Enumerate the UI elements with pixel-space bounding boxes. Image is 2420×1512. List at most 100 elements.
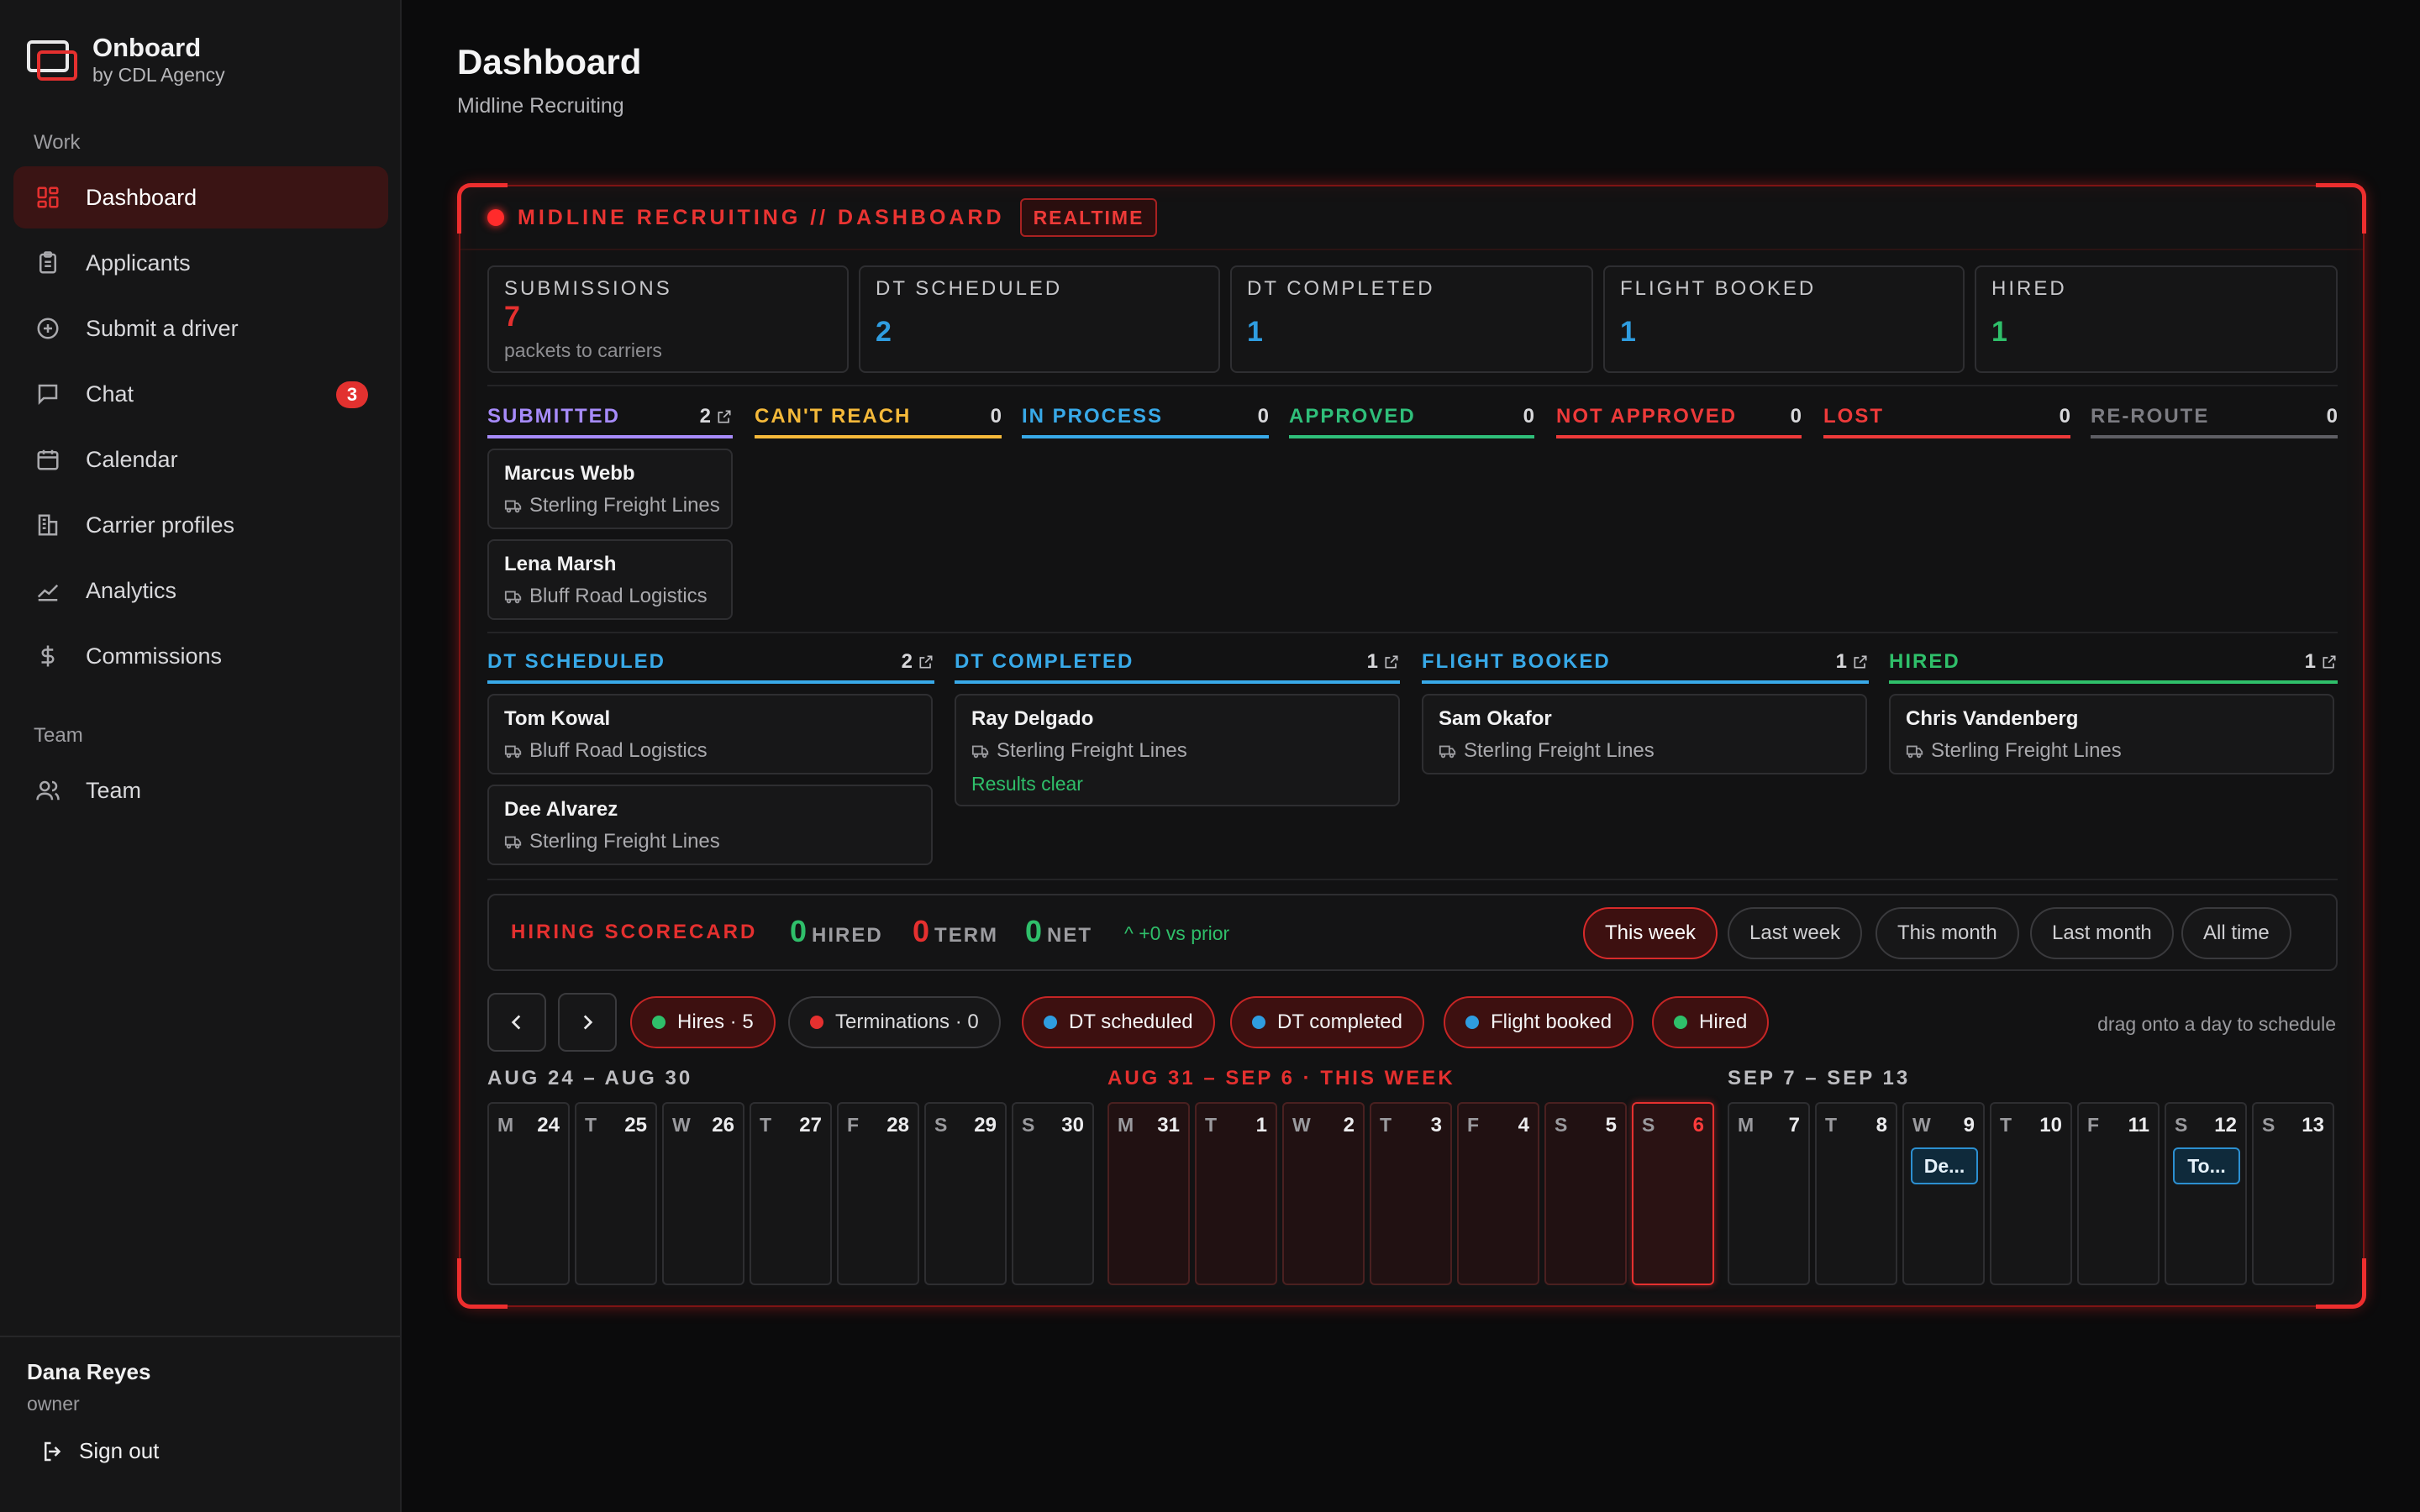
external-link-icon xyxy=(1385,655,1398,669)
stage-column-dt-completed[interactable]: DT COMPLETED 1 xyxy=(955,650,1400,684)
day-letter: T xyxy=(2000,1114,2012,1136)
stage-column-not-approved[interactable]: NOT APPROVED 0 xyxy=(1556,405,1802,438)
applicant-card[interactable]: Ray Delgado Sterling Freight Lines Resul… xyxy=(955,694,1400,806)
calendar-day-cell[interactable]: S6 xyxy=(1632,1102,1714,1285)
calendar-day-cell[interactable]: T8 xyxy=(1815,1102,1897,1285)
week-label: SEP 7 – SEP 13 xyxy=(1728,1067,1911,1089)
sidebar-item-calendar[interactable]: Calendar xyxy=(13,428,388,491)
next-week-button[interactable] xyxy=(558,993,617,1052)
sidebar-item-chat[interactable]: Chat 3 xyxy=(13,363,388,425)
sidebar-item-analytics[interactable]: Analytics xyxy=(13,559,388,622)
stage-column-approved[interactable]: APPROVED 0 xyxy=(1289,405,1534,438)
brand[interactable]: Onboard by CDL Agency xyxy=(25,32,225,86)
stage-count[interactable]: 2 xyxy=(700,405,733,428)
calendar-day-cell[interactable]: W 9 De... xyxy=(1902,1102,1985,1285)
applicant-card[interactable]: Marcus Webb Sterling Freight Lines xyxy=(487,449,733,529)
calendar-day-cell[interactable]: S 30 xyxy=(1012,1102,1094,1285)
drag-hint: drag onto a day to schedule xyxy=(2097,1013,2336,1035)
sidebar-item-applicants[interactable]: Applicants xyxy=(13,232,388,294)
stage-count[interactable]: 2 xyxy=(902,650,934,674)
user-role: owner xyxy=(27,1393,80,1415)
calendar-day-cell[interactable]: S5 xyxy=(1544,1102,1627,1285)
filter-dt-scheduled[interactable]: DT scheduled xyxy=(1022,996,1215,1048)
applicant-card[interactable]: Lena Marsh Bluff Road Logistics xyxy=(487,539,733,620)
day-letter: M xyxy=(1738,1114,1754,1136)
range-last-week[interactable]: Last week xyxy=(1728,907,1863,959)
stage-column-submitted[interactable]: SUBMITTED 2 xyxy=(487,405,733,438)
day-letter: S xyxy=(1642,1114,1655,1136)
stage-count[interactable]: 1 xyxy=(2305,650,2338,674)
sign-out-button[interactable]: Sign out xyxy=(40,1438,159,1464)
calendar-event[interactable]: De... xyxy=(1911,1147,1978,1184)
range-this-week[interactable]: This week xyxy=(1583,907,1718,959)
calendar-day-cell[interactable]: M 24 xyxy=(487,1102,570,1285)
truck-icon xyxy=(1906,745,1923,759)
stage-count[interactable]: 1 xyxy=(1836,650,1869,674)
calendar-day-cell[interactable]: S 12 To... xyxy=(2165,1102,2247,1285)
range-all-time[interactable]: All time xyxy=(2181,907,2291,959)
calendar-day-cell[interactable]: W 26 xyxy=(662,1102,744,1285)
day-number: 25 xyxy=(624,1114,647,1137)
filter-dot-icon xyxy=(810,1016,823,1029)
day-letter: S xyxy=(1022,1114,1035,1136)
trend-line-icon xyxy=(35,578,60,603)
stage-column-dt-scheduled[interactable]: DT SCHEDULED 2 xyxy=(487,650,934,684)
day-number: 3 xyxy=(1430,1114,1442,1137)
applicant-card[interactable]: Dee Alvarez Sterling Freight Lines xyxy=(487,785,933,865)
scorecard-trend-text: +0 vs prior xyxy=(1139,922,1230,944)
calendar-day-cell[interactable]: T1 xyxy=(1195,1102,1277,1285)
stage-column-flight-booked[interactable]: FLIGHT BOOKED 1 xyxy=(1422,650,1869,684)
filter-dt-completed[interactable]: DT completed xyxy=(1230,996,1424,1048)
applicant-card[interactable]: Sam Okafor Sterling Freight Lines xyxy=(1422,694,1867,774)
stat-label: SUBMISSIONS xyxy=(504,277,672,300)
sidebar-item-commissions[interactable]: Commissions xyxy=(13,625,388,687)
calendar-day-cell[interactable]: T 27 xyxy=(750,1102,832,1285)
calendar-event[interactable]: To... xyxy=(2173,1147,2240,1184)
stage-count-value: 2 xyxy=(699,405,711,428)
calendar-day-cell[interactable]: F4 xyxy=(1457,1102,1539,1285)
scorecard-term-value: 0 xyxy=(913,914,930,948)
sidebar-item-team[interactable]: Team xyxy=(13,759,388,822)
filter-terminations[interactable]: Terminations · 0 xyxy=(788,996,1001,1048)
applicant-name: Marcus Webb xyxy=(504,462,635,485)
carrier-name: Bluff Road Logistics xyxy=(529,585,708,607)
stage-column-re-route[interactable]: RE-ROUTE 0 xyxy=(2091,405,2338,438)
calendar-day-cell[interactable]: T3 xyxy=(1370,1102,1452,1285)
range-this-month[interactable]: This month xyxy=(1876,907,2019,959)
stage-column-hired[interactable]: HIRED 1 xyxy=(1889,650,2338,684)
prev-week-button[interactable] xyxy=(487,993,546,1052)
sidebar: Onboard by CDL Agency Work Dashboard App… xyxy=(0,0,402,1512)
truck-icon xyxy=(504,500,522,513)
calendar-day-cell[interactable]: S 13 xyxy=(2252,1102,2334,1285)
sidebar-item-label: Calendar xyxy=(86,446,178,472)
stage-name: DT COMPLETED xyxy=(955,650,1134,673)
scorecard-net-value: 0 xyxy=(1025,914,1043,948)
applicant-card[interactable]: Chris Vandenberg Sterling Freight Lines xyxy=(1889,694,2334,774)
stage-count[interactable]: 1 xyxy=(1367,650,1400,674)
applicant-card[interactable]: Tom Kowal Bluff Road Logistics xyxy=(487,694,933,774)
day-number: 12 xyxy=(2214,1114,2237,1137)
range-last-month[interactable]: Last month xyxy=(2030,907,2174,959)
calendar-day-cell[interactable]: M7 xyxy=(1728,1102,1810,1285)
calendar-day-cell[interactable]: T 25 xyxy=(575,1102,657,1285)
sidebar-item-carrier-profiles[interactable]: Carrier profiles xyxy=(13,494,388,556)
day-number: 8 xyxy=(1876,1114,1887,1137)
stage-column-in-process[interactable]: IN PROCESS 0 xyxy=(1022,405,1269,438)
calendar-day-cell[interactable]: F 11 xyxy=(2077,1102,2160,1285)
filter-hired[interactable]: Hired xyxy=(1652,996,1770,1048)
applicant-name: Ray Delgado xyxy=(971,707,1094,730)
filter-flight-booked[interactable]: Flight booked xyxy=(1444,996,1634,1048)
hiring-scorecard: HIRING SCORECARD 0 HIRED 0 TERM 0 NET ^ … xyxy=(487,894,2338,971)
stage-column-lost[interactable]: LOST 0 xyxy=(1823,405,2070,438)
filter-hires[interactable]: Hires · 5 xyxy=(630,996,776,1048)
stage-name: NOT APPROVED xyxy=(1556,405,1738,428)
calendar-day-cell[interactable]: M 31 xyxy=(1107,1102,1190,1285)
sidebar-item-submit-driver[interactable]: Submit a driver xyxy=(13,297,388,360)
calendar-day-cell[interactable]: T 10 xyxy=(1990,1102,2072,1285)
calendar-day-cell[interactable]: F 28 xyxy=(837,1102,919,1285)
calendar-day-cell[interactable]: S 29 xyxy=(924,1102,1007,1285)
calendar-day-cell[interactable]: W2 xyxy=(1282,1102,1365,1285)
stat-label: DT COMPLETED xyxy=(1247,277,1435,300)
sidebar-item-dashboard[interactable]: Dashboard xyxy=(13,166,388,228)
stage-column-cant-reach[interactable]: CAN'T REACH 0 xyxy=(755,405,1002,438)
